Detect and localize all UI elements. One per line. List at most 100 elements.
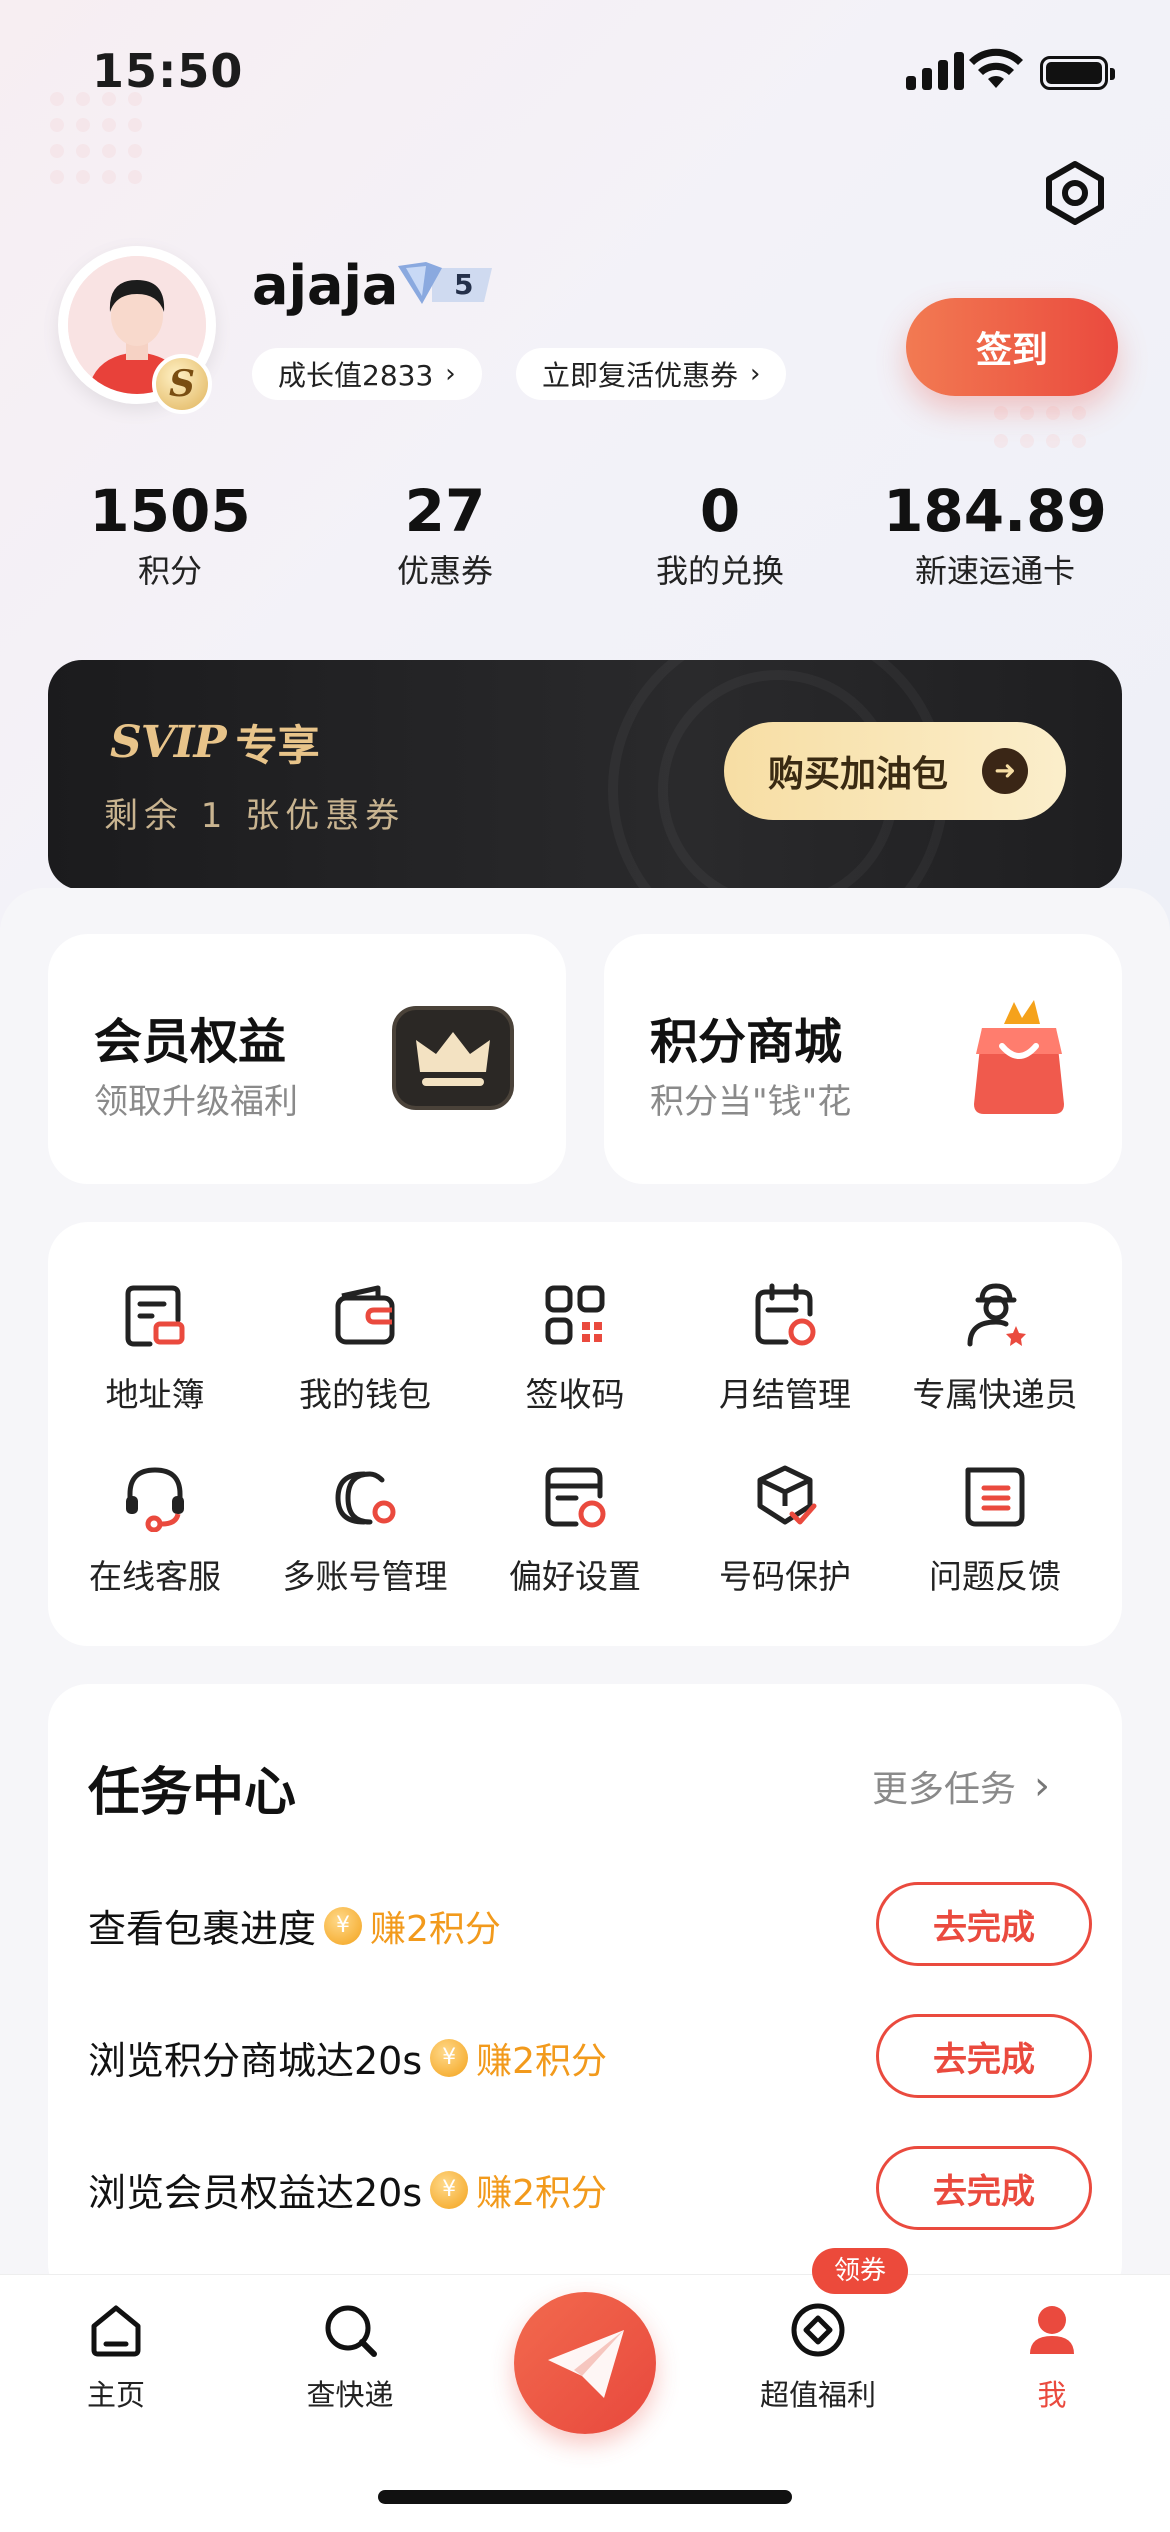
services-card: 地址簿 我的钱包 签收码 月结管理 专属快递员 在线客服 多账号管理 偏好设置 … [48, 1222, 1122, 1646]
shopping-bag-icon [974, 1000, 1064, 1114]
service-number-protection[interactable]: 号码保护 [680, 1462, 890, 1598]
wifi-icon [969, 48, 1023, 88]
revive-coupon-label: 立即复活优惠券 [542, 359, 739, 392]
svip-subtitle: 剩余 1 张优惠券 [104, 796, 406, 836]
signal-icon [906, 50, 964, 90]
buy-fuel-pack-label: 购买加油包 [768, 754, 949, 795]
search-icon [325, 2305, 377, 2357]
growth-value-pill[interactable]: 成长值2833 › [252, 348, 482, 400]
buy-fuel-pack-button[interactable]: 购买加油包 ➜ [724, 722, 1066, 820]
chevron-right-icon: › [445, 359, 456, 389]
promo-subtitle: 领取升级福利 [94, 1082, 298, 1122]
more-tasks-label: 更多任务 [872, 1769, 1017, 1810]
service-label: 偏好设置 [509, 1557, 641, 1596]
settings-gear-icon[interactable] [1040, 158, 1110, 228]
revive-coupon-pill[interactable]: 立即复活优惠券 › [516, 348, 787, 400]
task-complete-button[interactable]: 去完成 [876, 1882, 1092, 1966]
more-tasks-link[interactable]: 更多任务 › [872, 1760, 1050, 1812]
task-center-title: 任务中心 [88, 1763, 297, 1823]
tab-track-express[interactable]: 查快递 [270, 2300, 430, 2414]
stat-label: 我的兑换 [655, 552, 784, 590]
coin-icon: ¥ [430, 2170, 469, 2209]
service-preferences[interactable]: 偏好设置 [470, 1462, 680, 1598]
task-complete-button[interactable]: 去完成 [876, 2014, 1092, 2098]
tab-label: 超值福利 [759, 2378, 876, 2412]
diamond-icon [398, 262, 492, 304]
tab-label: 查快递 [306, 2378, 394, 2412]
headset-icon [126, 1467, 184, 1532]
service-label: 号码保护 [719, 1557, 851, 1596]
service-label: 地址簿 [105, 1375, 205, 1414]
stat-coupons[interactable]: 27 优惠券 [305, 478, 585, 592]
task-item: 查看包裹进度 ¥ 赚2积分 [88, 1898, 501, 1953]
tab-label: 我 [1037, 2378, 1067, 2412]
task-name: 浏览会员权益达20s [88, 2171, 423, 2215]
stat-points[interactable]: 1505 积分 [30, 478, 310, 592]
crown-icon [392, 1006, 514, 1110]
stat-label: 优惠券 [396, 552, 493, 590]
stat-express-card[interactable]: 184.89 新速运通卡 [855, 478, 1135, 592]
tab-label: 主页 [86, 2378, 145, 2412]
home-indicator [378, 2490, 792, 2504]
stat-value: 0 [699, 477, 741, 545]
arrow-right-icon: ➜ [982, 748, 1028, 794]
svip-exclusive-label: 专享 [235, 721, 320, 770]
promo-title: 会员权益 [94, 1014, 287, 1070]
decor-dots [994, 406, 1086, 448]
stat-redemptions[interactable]: 0 我的兑换 [580, 478, 860, 592]
stat-value: 27 [404, 477, 486, 545]
promo-title: 积分商城 [650, 1014, 843, 1070]
calendar-settings-icon [755, 1283, 816, 1346]
shield-box-icon [757, 1465, 817, 1525]
task-item: 浏览积分商城达20s ¥ 赚2积分 [88, 2030, 607, 2085]
service-label: 月结管理 [719, 1375, 851, 1414]
tab-super-benefits[interactable]: 超值福利 [738, 2300, 898, 2414]
tab-home[interactable]: 主页 [36, 2300, 196, 2414]
coin-icon: ¥ [324, 1906, 363, 1945]
battery-icon [1040, 56, 1115, 90]
service-dedicated-courier[interactable]: 专属快递员 [890, 1280, 1100, 1416]
stat-value: 1505 [89, 477, 251, 545]
feedback-icon [965, 1467, 1025, 1527]
stat-label: 积分 [137, 552, 202, 590]
service-label: 专属快递员 [912, 1375, 1078, 1414]
preferences-icon [545, 1467, 606, 1528]
service-wallet[interactable]: 我的钱包 [260, 1280, 470, 1416]
address-book-icon [125, 1285, 185, 1347]
stats-row: 1505 积分 27 优惠券 0 我的兑换 184.89 新速运通卡 [0, 478, 1170, 598]
promo-subtitle: 积分当"钱"花 [650, 1082, 852, 1122]
svip-title: SVIP 专享 [110, 712, 320, 773]
chevron-right-icon: › [750, 359, 761, 389]
username: ajaja [252, 254, 399, 317]
points-mall-card[interactable]: 积分商城 积分当"钱"花 [604, 934, 1122, 1184]
chevron-right-icon: › [1034, 1763, 1051, 1809]
member-benefits-card[interactable]: 会员权益 领取升级福利 [48, 934, 566, 1184]
coupon-badge: 领券 [812, 2248, 908, 2294]
task-complete-button[interactable]: 去完成 [876, 2146, 1092, 2230]
service-signin-code[interactable]: 签收码 [470, 1280, 680, 1416]
service-label: 我的钱包 [299, 1375, 431, 1414]
service-label: 签收码 [525, 1375, 625, 1414]
stat-value: 184.89 [883, 477, 1107, 545]
svip-logo: SVIP [110, 717, 227, 768]
send-express-button[interactable] [514, 2292, 656, 2434]
service-feedback[interactable]: 问题反馈 [890, 1462, 1100, 1598]
courier-icon [967, 1283, 1026, 1347]
avatar-level-badge: S [152, 354, 212, 414]
stat-label: 新速运通卡 [914, 552, 1075, 590]
service-monthly-billing[interactable]: 月结管理 [680, 1280, 890, 1416]
vip-level-badge[interactable]: 5 [392, 258, 498, 310]
svip-banner[interactable]: SVIP 专享 剩余 1 张优惠券 购买加油包 ➜ [48, 660, 1122, 890]
task-name: 浏览积分商城达20s [88, 2039, 423, 2083]
status-time: 15:50 [92, 44, 244, 98]
vip-level-number: 5 [454, 268, 474, 301]
home-icon [91, 2305, 141, 2357]
target-icon [791, 2303, 845, 2357]
tab-me[interactable]: 我 [972, 2300, 1132, 2414]
signin-button[interactable]: 签到 [906, 298, 1118, 396]
service-multi-account[interactable]: 多账号管理 [260, 1462, 470, 1598]
service-online-support[interactable]: 在线客服 [50, 1462, 260, 1598]
growth-value-label: 成长值2833 [278, 359, 434, 392]
service-address-book[interactable]: 地址簿 [50, 1280, 260, 1416]
task-name: 查看包裹进度 [88, 1907, 317, 1951]
